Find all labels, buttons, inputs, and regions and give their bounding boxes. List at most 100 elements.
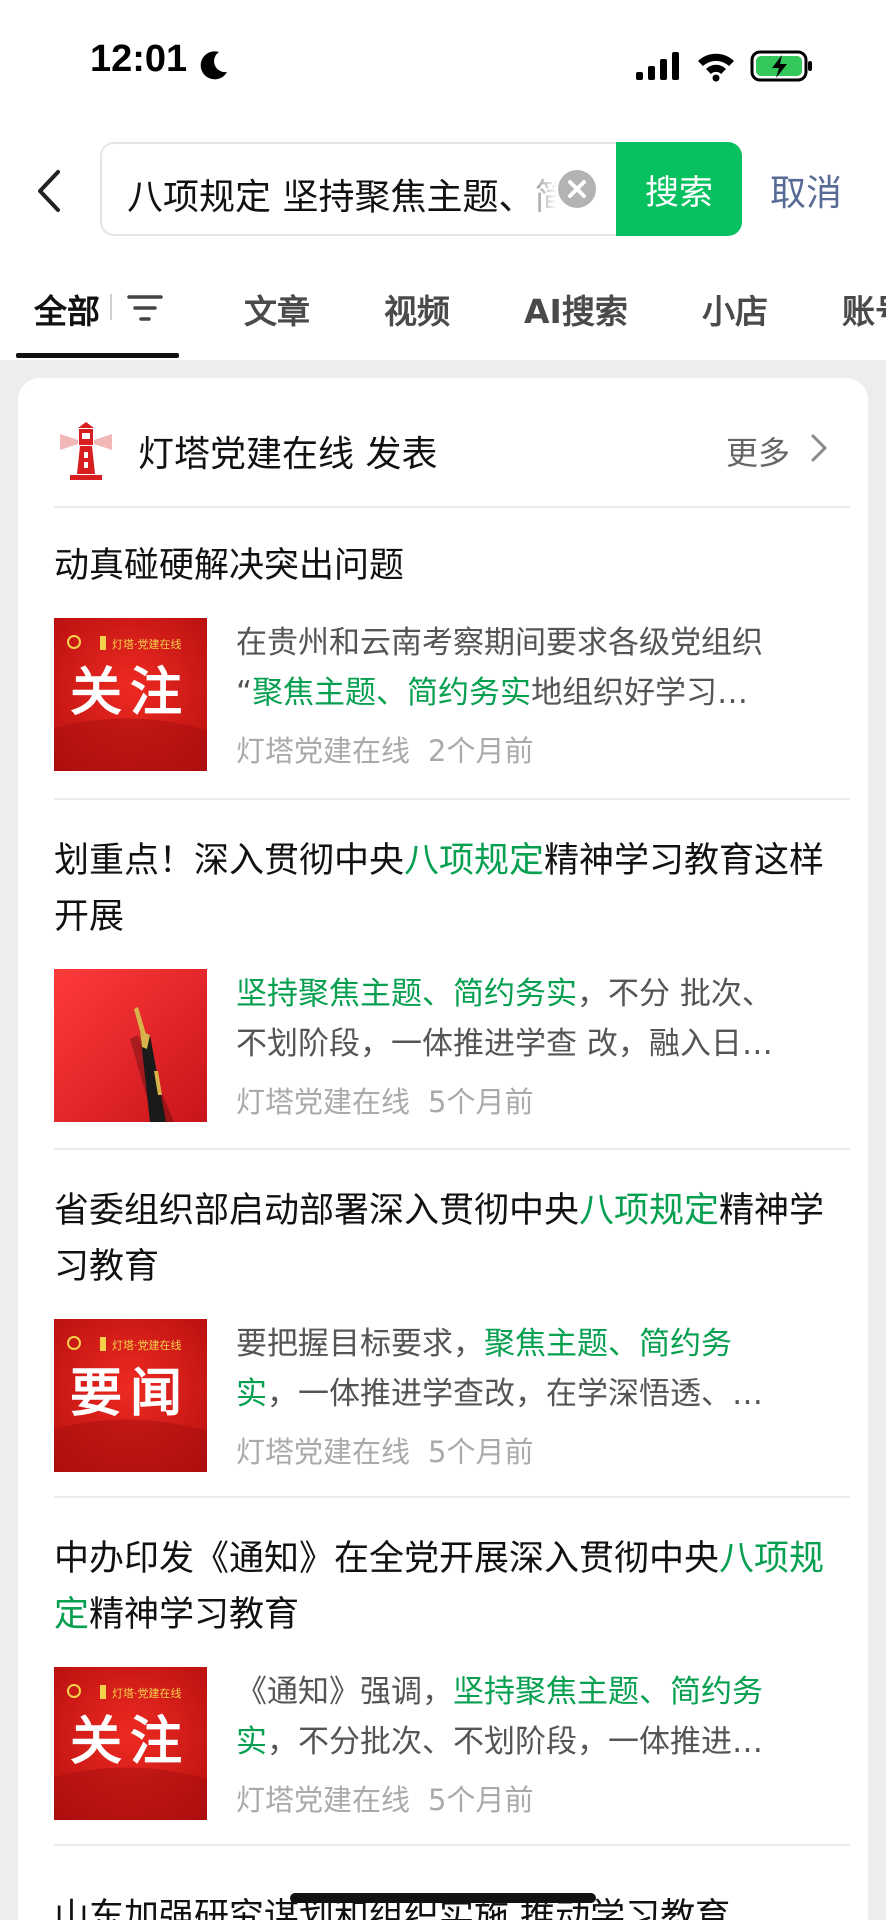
search-input[interactable]: 八项规定 坚持聚焦主题、简约务实 xyxy=(100,142,617,236)
article-body: 灯塔·党建在线 关注 在贵州和云南考察期间要求各级党组织 “聚焦主题、简约务实地组织好… xyxy=(54,618,834,772)
article-time: 2个月前 xyxy=(428,734,534,768)
article-item[interactable]: 省委组织部启动部署深入贯彻中央八项规定精神学习教育灯塔·党建在线要闻 要把握目标要… xyxy=(54,1183,834,1473)
text-segment: 划重点！深入贯彻中央 xyxy=(54,841,405,881)
text-segment: 精神学习教育 xyxy=(89,1595,300,1635)
snippet-line: 不划阶段，一体推进学查 改，融入日… xyxy=(236,1019,836,1069)
signal-icon xyxy=(636,52,679,80)
snippet-line: 实，不分批次、不划阶段，一体推进… xyxy=(236,1717,836,1767)
tab-divider xyxy=(110,294,112,320)
article-source: 灯塔党建在线 xyxy=(236,1435,411,1469)
article-item[interactable]: 动真碰硬解决突出问题 灯塔·党建在线 关注 在贵州和云南考察期间要求各级党组织 “聚焦主… xyxy=(54,538,834,772)
article-meta: 灯塔党建在线 5个月前 xyxy=(236,1429,533,1471)
snippet-line: 《通知》强调，坚持聚焦主题、简约务 xyxy=(236,1667,836,1717)
divider xyxy=(54,1148,850,1150)
text-segment: “ xyxy=(236,675,253,711)
article-time: 5个月前 xyxy=(428,1435,534,1469)
lighthouse-logo-icon xyxy=(60,422,112,480)
snippet-line: 坚持聚焦主题、简约务实，不分 批次、 xyxy=(236,969,836,1019)
article-body: 灯塔·党建在线 关注 《通知》强调，坚持聚焦主题、简约务 实，不分批次、不划阶段，一体… xyxy=(54,1667,834,1821)
more-link[interactable]: 更多 xyxy=(726,428,790,474)
search-button[interactable]: 搜索 xyxy=(616,142,742,236)
article-body: 灯塔·党建在线 要闻 要把握目标要求，聚焦主题、简约务 实，一体推进学查改，在学深悟透… xyxy=(54,1319,834,1473)
article-thumbnail: 灯塔·党建在线要闻 xyxy=(54,1319,207,1472)
highlighted-keyword: 八项规定 xyxy=(579,1191,720,1231)
article-source: 灯塔党建在线 xyxy=(236,734,411,768)
article-title[interactable]: 省委组织部启动部署深入贯彻中央八项规定精神学习教育 xyxy=(54,1183,834,1295)
article-snippet: 坚持聚焦主题、简约务实，不分 批次、不划阶段，一体推进学查 改，融入日… xyxy=(236,969,836,1069)
highlighted-keyword: 坚持聚焦主题、简约务 xyxy=(453,1674,763,1710)
divider xyxy=(54,506,850,508)
tab-all[interactable]: 全部 xyxy=(34,285,100,333)
filter-icon[interactable] xyxy=(127,292,163,324)
article-item[interactable]: 中办印发《通知》在全党开展深入贯彻中央八项规定精神学习教育 灯塔·党建在线 关注 《通… xyxy=(54,1531,834,1821)
home-indicator xyxy=(290,1893,596,1903)
divider xyxy=(54,1496,850,1498)
text-segment: 动真碰硬解决突出问题 xyxy=(54,546,405,586)
svg-text:灯塔·党建在线: 灯塔·党建在线 xyxy=(112,1686,182,1700)
article-time: 5个月前 xyxy=(428,1783,534,1817)
chevron-right-icon xyxy=(811,434,827,462)
article-thumbnail: 灯塔·党建在线关注 xyxy=(54,1667,207,1820)
account-header[interactable]: 灯塔党建在线 发表 更多 xyxy=(18,378,868,508)
divider xyxy=(54,798,850,800)
tab-ai-search[interactable]: AI搜索 xyxy=(524,285,628,333)
article-title[interactable]: 中办印发《通知》在全党开展深入贯彻中央八项规定精神学习教育 xyxy=(54,1531,834,1643)
text-segment: ，一体推进学查改，在学深悟透、… xyxy=(267,1376,763,1412)
divider xyxy=(54,1844,850,1846)
account-name: 灯塔党建在线 发表 xyxy=(138,434,438,475)
article-meta: 灯塔党建在线 5个月前 xyxy=(236,1079,533,1121)
article-source: 灯塔党建在线 xyxy=(236,1783,411,1817)
article-thumbnail: 灯塔·党建在线关注 xyxy=(54,618,207,771)
highlighted-keyword: 聚焦主题、简约务实 xyxy=(252,675,532,711)
active-tab-indicator xyxy=(16,353,179,358)
text-segment: ，不分 批次、 xyxy=(577,976,773,1012)
text-segment: 不划阶段，一体推进学查 改，融入日… xyxy=(236,1026,773,1062)
highlighted-keyword: 实 xyxy=(236,1724,267,1760)
tab-store[interactable]: 小店 xyxy=(702,285,768,333)
back-arrow-icon[interactable] xyxy=(30,166,70,216)
text-segment: 地组织好学习… xyxy=(531,675,749,711)
article-source: 灯塔党建在线 xyxy=(236,1085,411,1119)
snippet-line: “聚焦主题、简约务实地组织好学习… xyxy=(236,668,836,718)
search-query-text: 八项规定 坚持聚焦主题、简约务实 xyxy=(127,177,557,218)
svg-text:灯塔·党建在线: 灯塔·党建在线 xyxy=(112,1338,182,1352)
cancel-button[interactable]: 取消 xyxy=(770,164,842,216)
article-snippet: 《通知》强调，坚持聚焦主题、简约务 实，不分批次、不划阶段，一体推进… xyxy=(236,1667,836,1767)
pen-image xyxy=(54,969,207,1122)
svg-text:关注: 关注 xyxy=(70,662,190,723)
svg-text:关注: 关注 xyxy=(70,1711,190,1772)
article-title[interactable]: 划重点！深入贯彻中央八项规定精神学习教育这样开展 xyxy=(54,833,834,945)
tab-articles[interactable]: 文章 xyxy=(244,285,310,333)
text-segment: 在贵州和云南考察期间要求各级党组织 xyxy=(236,625,763,661)
highlighted-keyword: 聚焦主题、简约务 xyxy=(484,1326,732,1362)
highlighted-keyword: 坚持聚焦主题、简约务实 xyxy=(236,976,577,1012)
wifi-icon xyxy=(698,53,734,82)
result-card: 灯塔党建在线 发表 更多 动真碰硬解决突出问题 灯塔·党建在线 关注 在贵州和云南考察… xyxy=(18,378,868,1920)
snippet-line: 实，一体推进学查改，在学深悟透、… xyxy=(236,1369,836,1419)
search-tabs: 全部 文章 视频 AI搜索 小店 账号 xyxy=(0,260,886,360)
article-meta: 灯塔党建在线 5个月前 xyxy=(236,1777,533,1819)
article-body: 坚持聚焦主题、简约务实，不分 批次、不划阶段，一体推进学查 改，融入日… 灯塔党建… xyxy=(54,969,834,1123)
article-snippet: 要把握目标要求，聚焦主题、简约务 实，一体推进学查改，在学深悟透、… xyxy=(236,1319,836,1419)
svg-text:要闻: 要闻 xyxy=(70,1363,190,1424)
status-bar: 12:01 xyxy=(0,0,886,120)
text-segment: 《通知》强调， xyxy=(236,1674,453,1710)
battery-charging-icon xyxy=(750,50,812,82)
snippet-line: 在贵州和云南考察期间要求各级党组织 xyxy=(236,618,836,668)
text-segment: ，不分批次、不划阶段，一体推进… xyxy=(267,1724,763,1760)
highlighted-keyword: 实 xyxy=(236,1376,267,1412)
article-title[interactable]: 动真碰硬解决突出问题 xyxy=(54,538,834,594)
clear-icon[interactable] xyxy=(557,169,597,209)
svg-text:灯塔·党建在线: 灯塔·党建在线 xyxy=(112,637,182,651)
moon-icon xyxy=(200,51,227,80)
snippet-line: 要把握目标要求，聚焦主题、简约务 xyxy=(236,1319,836,1369)
status-time: 12:01 xyxy=(90,38,188,80)
article-snippet: 在贵州和云南考察期间要求各级党组织 “聚焦主题、简约务实地组织好学习… xyxy=(236,618,836,718)
article-item[interactable]: 划重点！深入贯彻中央八项规定精神学习教育这样开展坚持聚焦主题、简约务实，不分 批… xyxy=(54,833,834,1123)
search-header: 八项规定 坚持聚焦主题、简约务实 搜索 取消 xyxy=(0,120,886,260)
tab-accounts[interactable]: 账号 xyxy=(842,285,886,333)
article-meta: 灯塔党建在线 2个月前 xyxy=(236,728,533,770)
tab-videos[interactable]: 视频 xyxy=(384,285,450,333)
text-segment: 中办印发《通知》在全党开展深入贯彻中央 xyxy=(54,1539,720,1579)
highlighted-keyword: 八项规定 xyxy=(404,841,545,881)
